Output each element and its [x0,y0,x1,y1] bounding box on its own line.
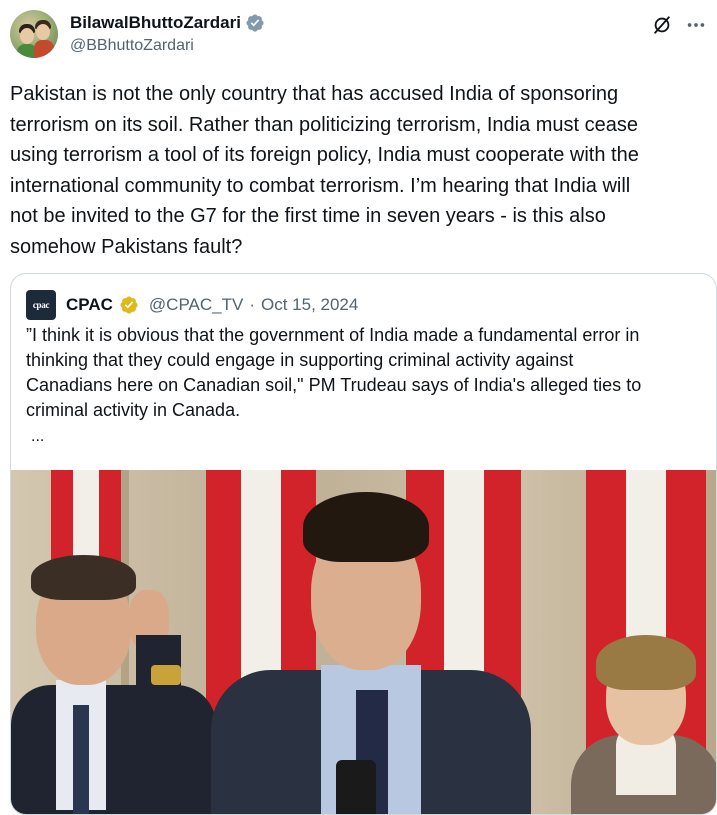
author-name-row: BilawalBhuttoZardari [70,13,265,33]
quoted-author-name[interactable]: CPAC [66,295,113,315]
gold-verified-icon [120,296,138,314]
quoted-tweet-text: ”I think it is obvious that the governme… [26,325,642,420]
quoted-date[interactable]: Oct 15, 2024 [261,295,358,315]
quoted-tweet-media[interactable] [11,470,716,814]
tweet-header: BilawalBhuttoZardari @BBhuttoZardari [10,10,707,62]
author-display-name[interactable]: BilawalBhuttoZardari [70,13,241,33]
grok-icon[interactable] [651,14,673,36]
quoted-separator: · [249,295,255,314]
tweet-text: Pakistan is not the only country that ha… [10,83,639,258]
quoted-author-handle[interactable]: @CPAC_TV [149,295,243,315]
more-icon[interactable] [685,14,707,36]
verified-badge-icon [246,14,264,32]
cpac-avatar[interactable]: cpac [26,290,56,320]
author-avatar[interactable] [10,10,58,58]
quoted-tweet[interactable]: cpac CPAC @CPAC_TV · Oct 15, 2024 ”I thi… [10,273,717,815]
quoted-tweet-header: cpac CPAC @CPAC_TV · Oct 15, 2024 [26,290,358,320]
author-handle[interactable]: @BBhuttoZardari [70,37,194,55]
quoted-ellipsis: ... [31,428,45,445]
